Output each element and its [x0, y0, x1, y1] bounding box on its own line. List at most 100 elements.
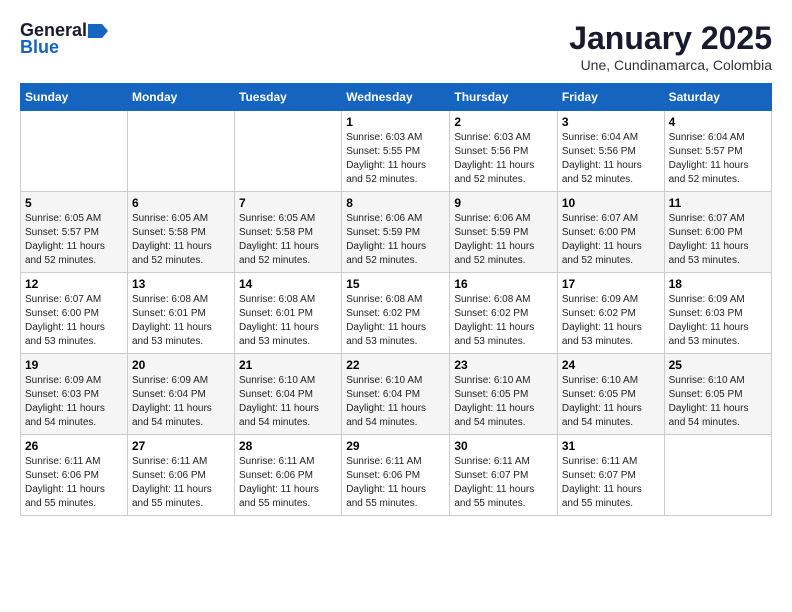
day-info: Sunrise: 6:06 AMSunset: 5:59 PMDaylight:…	[454, 212, 553, 268]
day-number: 28	[239, 439, 337, 453]
day-info: Sunrise: 6:05 AMSunset: 5:58 PMDaylight:…	[132, 212, 230, 268]
month-title: January 2025	[569, 20, 772, 57]
cell-week2-day4: 9Sunrise: 6:06 AMSunset: 5:59 PMDaylight…	[450, 192, 558, 273]
day-number: 22	[346, 358, 445, 372]
day-info: Sunrise: 6:08 AMSunset: 6:02 PMDaylight:…	[454, 293, 553, 349]
logo-blue-text: Blue	[20, 37, 59, 58]
header-sunday: Sunday	[21, 84, 128, 111]
day-info: Sunrise: 6:11 AMSunset: 6:06 PMDaylight:…	[346, 455, 445, 511]
day-number: 30	[454, 439, 553, 453]
day-info: Sunrise: 6:07 AMSunset: 6:00 PMDaylight:…	[669, 212, 767, 268]
logo-icon	[88, 24, 108, 38]
day-number: 6	[132, 196, 230, 210]
day-number: 26	[25, 439, 123, 453]
cell-week4-day0: 19 Sunrise: 6:09 AMSunset: 6:03 PMDayligh…	[21, 354, 128, 435]
day-number: 10	[562, 196, 660, 210]
day-info: Sunrise: 6:05 AMSunset: 5:57 PMDaylight:…	[25, 212, 123, 268]
header-friday: Friday	[557, 84, 664, 111]
cell-week2-day5: 10 Sunrise: 6:07 AMSunset: 6:00 PMDayligh…	[557, 192, 664, 273]
day-number: 27	[132, 439, 230, 453]
header-wednesday: Wednesday	[342, 84, 450, 111]
cell-week4-day1: 20 Sunrise: 6:09 AMSunset: 6:04 PMDayligh…	[127, 354, 234, 435]
day-info: Sunrise: 6:10 AMSunset: 6:05 PMDaylight:…	[562, 374, 660, 430]
cell-week3-day3: 15Sunrise: 6:08 AMSunset: 6:02 PMDayligh…	[342, 273, 450, 354]
day-number: 11	[669, 196, 767, 210]
week-row-1: 1 Sunrise: 6:03 AMSunset: 5:55 PMDaylight…	[21, 111, 772, 192]
cell-week5-day3: 29 Sunrise: 6:11 AMSunset: 6:06 PMDayligh…	[342, 435, 450, 516]
day-info: Sunrise: 6:06 AMSunset: 5:59 PMDaylight:…	[346, 212, 445, 268]
cell-week3-day2: 14 Sunrise: 6:08 AMSunset: 6:01 PMDayligh…	[235, 273, 342, 354]
day-info: Sunrise: 6:10 AMSunset: 6:05 PMDaylight:…	[454, 374, 553, 430]
day-number: 18	[669, 277, 767, 291]
day-info: Sunrise: 6:07 AMSunset: 6:00 PMDaylight:…	[562, 212, 660, 268]
day-info: Sunrise: 6:09 AMSunset: 6:03 PMDaylight:…	[25, 374, 123, 430]
day-info: Sunrise: 6:08 AMSunset: 6:01 PMDaylight:…	[239, 293, 337, 349]
cell-week1-day5: 3Sunrise: 6:04 AMSunset: 5:56 PMDaylight…	[557, 111, 664, 192]
day-info: Sunrise: 6:07 AMSunset: 6:00 PMDaylight:…	[25, 293, 123, 349]
cell-week3-day6: 18 Sunrise: 6:09 AMSunset: 6:03 PMDayligh…	[664, 273, 771, 354]
day-number: 7	[239, 196, 337, 210]
day-info: Sunrise: 6:08 AMSunset: 6:01 PMDaylight:…	[132, 293, 230, 349]
day-info: Sunrise: 6:11 AMSunset: 6:06 PMDaylight:…	[132, 455, 230, 511]
cell-week3-day0: 12 Sunrise: 6:07 AMSunset: 6:00 PMDayligh…	[21, 273, 128, 354]
cell-week2-day6: 11 Sunrise: 6:07 AMSunset: 6:00 PMDayligh…	[664, 192, 771, 273]
day-number: 5	[25, 196, 123, 210]
day-info: Sunrise: 6:03 AMSunset: 5:55 PMDaylight:…	[346, 131, 445, 187]
cell-week5-day2: 28 Sunrise: 6:11 AMSunset: 6:06 PMDayligh…	[235, 435, 342, 516]
day-number: 2	[454, 115, 553, 129]
day-info: Sunrise: 6:09 AMSunset: 6:03 PMDaylight:…	[669, 293, 767, 349]
day-number: 1	[346, 115, 445, 129]
day-number: 8	[346, 196, 445, 210]
day-info: Sunrise: 6:11 AMSunset: 6:06 PMDaylight:…	[25, 455, 123, 511]
cell-week1-day0	[21, 111, 128, 192]
location: Une, Cundinamarca, Colombia	[569, 57, 772, 73]
cell-week2-day3: 8 Sunrise: 6:06 AMSunset: 5:59 PMDaylight…	[342, 192, 450, 273]
day-info: Sunrise: 6:10 AMSunset: 6:04 PMDaylight:…	[346, 374, 445, 430]
calendar-table: Sunday Monday Tuesday Wednesday Thursday…	[20, 83, 772, 516]
day-info: Sunrise: 6:04 AMSunset: 5:56 PMDaylight:…	[562, 131, 660, 187]
day-number: 12	[25, 277, 123, 291]
cell-week3-day4: 16Sunrise: 6:08 AMSunset: 6:02 PMDayligh…	[450, 273, 558, 354]
week-row-2: 5 Sunrise: 6:05 AMSunset: 5:57 PMDaylight…	[21, 192, 772, 273]
day-info: Sunrise: 6:09 AMSunset: 6:02 PMDaylight:…	[562, 293, 660, 349]
cell-week1-day1	[127, 111, 234, 192]
cell-week5-day0: 26 Sunrise: 6:11 AMSunset: 6:06 PMDayligh…	[21, 435, 128, 516]
day-number: 20	[132, 358, 230, 372]
header-monday: Monday	[127, 84, 234, 111]
header: General Blue January 2025 Une, Cundinama…	[20, 20, 772, 73]
cell-week1-day3: 1 Sunrise: 6:03 AMSunset: 5:55 PMDaylight…	[342, 111, 450, 192]
day-number: 31	[562, 439, 660, 453]
day-info: Sunrise: 6:09 AMSunset: 6:04 PMDaylight:…	[132, 374, 230, 430]
cell-week1-day2	[235, 111, 342, 192]
title-area: January 2025 Une, Cundinamarca, Colombia	[569, 20, 772, 73]
cell-week4-day4: 23Sunrise: 6:10 AMSunset: 6:05 PMDayligh…	[450, 354, 558, 435]
day-number: 21	[239, 358, 337, 372]
day-info: Sunrise: 6:11 AMSunset: 6:06 PMDaylight:…	[239, 455, 337, 511]
cell-week5-day4: 30Sunrise: 6:11 AMSunset: 6:07 PMDayligh…	[450, 435, 558, 516]
day-info: Sunrise: 6:11 AMSunset: 6:07 PMDaylight:…	[562, 455, 660, 511]
day-number: 19	[25, 358, 123, 372]
cell-week5-day5: 31 Sunrise: 6:11 AMSunset: 6:07 PMDayligh…	[557, 435, 664, 516]
cell-week4-day3: 22 Sunrise: 6:10 AMSunset: 6:04 PMDayligh…	[342, 354, 450, 435]
day-number: 25	[669, 358, 767, 372]
cell-week5-day6	[664, 435, 771, 516]
day-info: Sunrise: 6:08 AMSunset: 6:02 PMDaylight:…	[346, 293, 445, 349]
day-number: 17	[562, 277, 660, 291]
cell-week2-day0: 5 Sunrise: 6:05 AMSunset: 5:57 PMDaylight…	[21, 192, 128, 273]
day-info: Sunrise: 6:10 AMSunset: 6:05 PMDaylight:…	[669, 374, 767, 430]
week-row-5: 26 Sunrise: 6:11 AMSunset: 6:06 PMDayligh…	[21, 435, 772, 516]
logo: General Blue	[20, 20, 109, 58]
day-number: 24	[562, 358, 660, 372]
cell-week1-day4: 2 Sunrise: 6:03 AMSunset: 5:56 PMDaylight…	[450, 111, 558, 192]
cell-week2-day2: 7Sunrise: 6:05 AMSunset: 5:58 PMDaylight…	[235, 192, 342, 273]
cell-week4-day6: 25 Sunrise: 6:10 AMSunset: 6:05 PMDayligh…	[664, 354, 771, 435]
week-row-3: 12 Sunrise: 6:07 AMSunset: 6:00 PMDayligh…	[21, 273, 772, 354]
day-info: Sunrise: 6:03 AMSunset: 5:56 PMDaylight:…	[454, 131, 553, 187]
day-number: 14	[239, 277, 337, 291]
cell-week1-day6: 4Sunrise: 6:04 AMSunset: 5:57 PMDaylight…	[664, 111, 771, 192]
cell-week4-day5: 24 Sunrise: 6:10 AMSunset: 6:05 PMDayligh…	[557, 354, 664, 435]
day-number: 29	[346, 439, 445, 453]
weekday-header-row: Sunday Monday Tuesday Wednesday Thursday…	[21, 84, 772, 111]
cell-week5-day1: 27 Sunrise: 6:11 AMSunset: 6:06 PMDayligh…	[127, 435, 234, 516]
header-thursday: Thursday	[450, 84, 558, 111]
